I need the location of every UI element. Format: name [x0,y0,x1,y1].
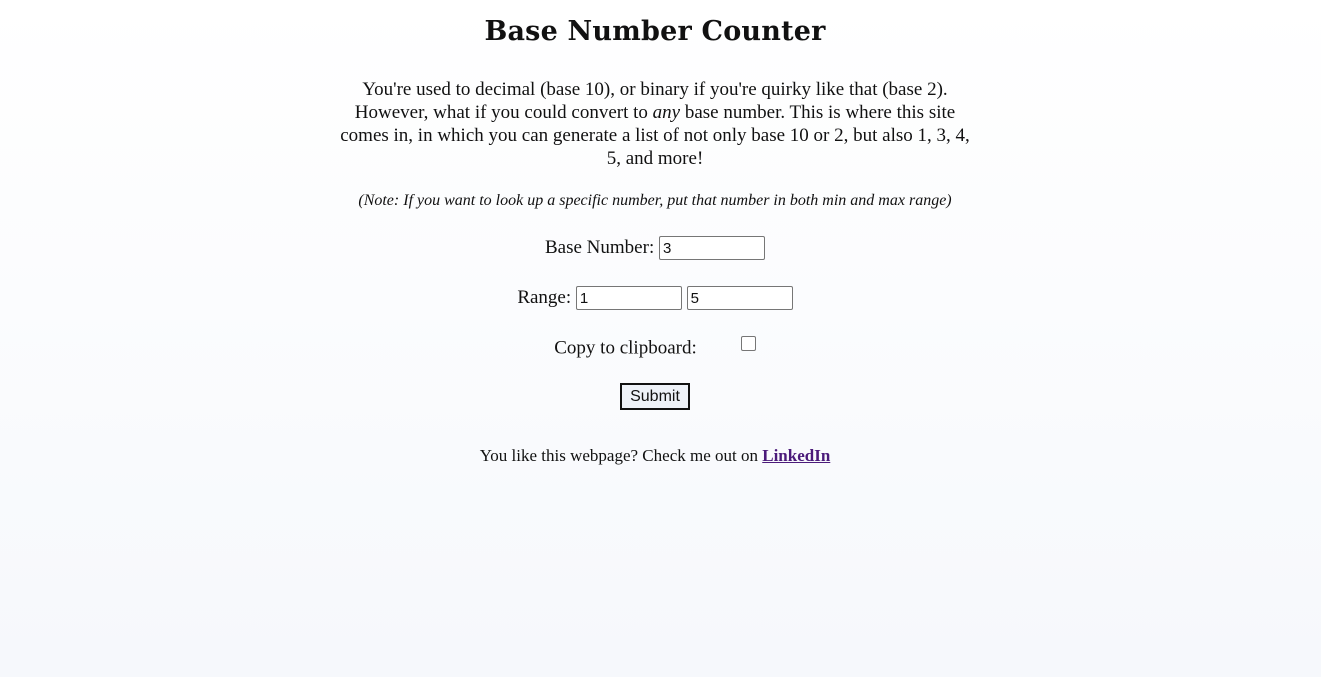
base-number-input[interactable] [658,236,765,260]
submit-wrap: Submit [620,383,690,410]
range-row: Range: [0,286,1310,310]
range-label: Range: [517,287,572,308]
copy-clipboard-label: Copy to clipboard: [554,337,697,359]
submit-button[interactable]: Submit [620,383,690,410]
footer: You like this webpage? Check me out on L… [0,446,1310,466]
page: Base Number Counter You're used to decim… [0,0,1321,677]
copy-clipboard-checkbox[interactable] [740,336,756,351]
base-number-label: Base Number: [545,237,655,258]
range-max-input[interactable] [686,286,793,310]
intro-emphasis: any [652,102,681,123]
note-text: (Note: If you want to look up a specific… [358,192,952,209]
base-number-row: Base Number: [0,236,1310,260]
footer-text: You like this webpage? Check me out on [479,446,763,465]
intro-paragraph: You're used to decimal (base 10), or bin… [338,78,972,170]
copy-clipboard-row: Copy to clipboard: [0,336,1310,360]
linkedin-link[interactable]: LinkedIn [762,446,830,465]
range-min-input[interactable] [575,286,682,310]
page-title: Base Number Counter [484,16,826,47]
